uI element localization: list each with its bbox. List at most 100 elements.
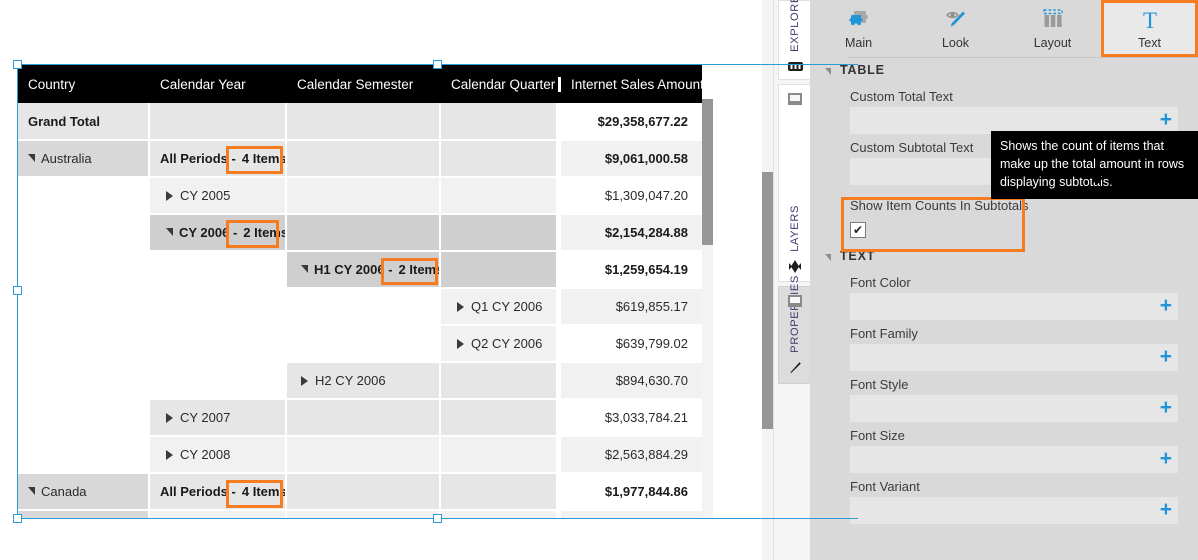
cell-country-canada[interactable]: Canada	[18, 474, 150, 511]
section-header-table[interactable]: TABLE	[810, 57, 1198, 83]
cell-year-label: CY 2007	[180, 410, 231, 425]
add-icon[interactable]: +	[1160, 109, 1172, 130]
cell-quarter-q1-cy2006[interactable]: Q1 CY 2006	[441, 289, 558, 326]
font-variant-input[interactable]: +	[850, 497, 1178, 524]
cell-value: $1,977,844.86	[558, 474, 702, 511]
vertical-tab-explore[interactable]: EXPLORE	[778, 0, 811, 80]
cell-quarter-q2-cy2006[interactable]: Q2 CY 2006	[441, 326, 558, 363]
add-icon[interactable]: +	[1160, 346, 1172, 367]
font-style-input[interactable]: +	[850, 395, 1178, 422]
table-row[interactable]: Q2 CY 2006 $639,799.02	[18, 326, 702, 363]
table-row[interactable]: CY 2005 $1,309,047.20	[18, 178, 702, 215]
column-header-internet-sales-amount[interactable]: Internet Sales Amount	[558, 76, 702, 92]
add-icon[interactable]: +	[1160, 295, 1172, 316]
cell-quarter	[441, 400, 558, 437]
column-header-calendar-quarter[interactable]: Calendar Quarter	[441, 77, 558, 92]
report-canvas: Country Calendar Year Calendar Semester …	[0, 0, 858, 560]
table-row[interactable]: CY 2008 $2,563,884.29	[18, 437, 702, 474]
vertical-tab-strip: EXPLORE LAYERS PROPERTIES	[773, 0, 811, 560]
cell-quarter	[441, 474, 558, 511]
section-title: TEXT	[840, 249, 876, 263]
pin-icon[interactable]	[788, 295, 802, 307]
table-row[interactable]: Canada All Periods - 4 Items $1,977,844.…	[18, 474, 702, 511]
app-root: Country Calendar Year Calendar Semester …	[0, 0, 1198, 560]
page-scrollbar[interactable]	[762, 0, 773, 560]
cell-value: $619,855.17	[558, 289, 702, 326]
page-scrollbar-thumb[interactable]	[762, 172, 773, 429]
collapse-triangle-icon[interactable]	[301, 264, 308, 273]
vertical-tab-properties[interactable]: PROPERTIES	[778, 275, 811, 384]
expand-triangle-icon[interactable]	[166, 449, 173, 460]
add-icon[interactable]: +	[1160, 448, 1172, 469]
resize-handle-top-middle[interactable]	[433, 60, 442, 69]
table-row[interactable]: Australia All Periods - 4 Items $9,061,0…	[18, 141, 702, 178]
section-collapse-triangle-icon[interactable]	[825, 67, 831, 75]
ribbon-button-layout[interactable]: Layout	[1004, 0, 1101, 57]
collapse-triangle-icon[interactable]	[28, 486, 35, 495]
cell-country-australia[interactable]: Australia	[18, 141, 150, 178]
cell-value: $2,154,284.88	[558, 215, 702, 252]
pin-icon[interactable]	[788, 93, 802, 105]
pivot-table[interactable]: Country Calendar Year Calendar Semester …	[18, 65, 702, 518]
font-size-input[interactable]: +	[850, 446, 1178, 473]
pencil-icon	[788, 361, 802, 377]
table-scrollbar[interactable]	[702, 99, 713, 518]
ribbon-button-main[interactable]: Main	[810, 0, 907, 57]
vertical-tab-layers[interactable]: LAYERS	[778, 84, 811, 282]
table-scrollbar-thumb[interactable]	[702, 99, 713, 245]
cell-quarter-label: Q1 CY 2006	[471, 299, 543, 314]
table-row[interactable]: H1 CY 2006 - 2 Items $1,259,654.19	[18, 252, 702, 289]
table-row[interactable]: Grand Total $29,358,677.22	[18, 103, 702, 141]
table-row[interactable]: CY 2007 $3,033,784.21	[18, 400, 702, 437]
ribbon-button-look[interactable]: Look	[907, 0, 1004, 57]
cell-year-cy2005[interactable]: CY 2005	[150, 178, 287, 215]
expand-triangle-icon[interactable]	[457, 301, 464, 312]
cell-semester	[287, 178, 441, 215]
column-header-calendar-year[interactable]: Calendar Year	[150, 77, 287, 92]
cell-quarter	[441, 103, 558, 141]
cell-year-cy2008[interactable]: CY 2008	[150, 437, 287, 474]
cell-year-cy2007[interactable]: CY 2007	[150, 400, 287, 437]
expand-triangle-icon[interactable]	[301, 375, 308, 386]
section-header-text[interactable]: TEXT	[810, 241, 1198, 269]
resize-handle-middle-left[interactable]	[13, 286, 22, 295]
resize-handle-bottom-left[interactable]	[13, 514, 22, 523]
table-header-row: Country Calendar Year Calendar Semester …	[18, 65, 702, 103]
expand-triangle-icon[interactable]	[457, 338, 464, 349]
custom-total-text-input[interactable]: +	[850, 107, 1178, 134]
cell-semester	[287, 400, 441, 437]
resize-handle-bottom-middle[interactable]	[433, 514, 442, 523]
collapse-triangle-icon[interactable]	[166, 227, 173, 236]
resize-handle-top-left[interactable]	[13, 60, 22, 69]
table-row[interactable]: H2 CY 2006 $894,630.70	[18, 363, 702, 400]
cell-country-label: Australia	[41, 151, 92, 166]
add-icon[interactable]: +	[1160, 397, 1172, 418]
cell-semester-h1-cy2006[interactable]: H1 CY 2006 - 2 Items	[287, 252, 441, 289]
expand-triangle-icon[interactable]	[166, 190, 173, 201]
cell-value	[558, 511, 702, 518]
cell-year-cy2006[interactable]: CY 2006 - 2 Items	[150, 215, 287, 252]
ribbon-button-text[interactable]: T Text	[1101, 0, 1198, 57]
show-item-counts-checkbox[interactable]: ✔	[850, 222, 866, 238]
cell-country	[18, 215, 150, 252]
cell-value: $639,799.02	[558, 326, 702, 363]
collapse-triangle-icon[interactable]	[28, 153, 35, 162]
table-row-partial[interactable]	[18, 511, 702, 518]
cell-value: $894,630.70	[558, 363, 702, 400]
section-title: TABLE	[840, 63, 885, 77]
column-header-calendar-semester[interactable]: Calendar Semester	[287, 77, 441, 92]
vertical-tab-label: PROPERTIES	[789, 275, 801, 353]
field-font-family: Font Family +	[810, 320, 1198, 371]
section-collapse-triangle-icon[interactable]	[825, 253, 831, 261]
font-color-input[interactable]: +	[850, 293, 1178, 320]
expand-triangle-icon[interactable]	[166, 412, 173, 423]
table-row[interactable]: CY 2006 - 2 Items $2,154,284.88	[18, 215, 702, 252]
puzzle-icon	[846, 7, 872, 33]
item-count-badge: 2 Items	[398, 262, 441, 277]
table-row[interactable]: Q1 CY 2006 $619,855.17	[18, 289, 702, 326]
column-header-country[interactable]: Country	[18, 77, 150, 92]
add-icon[interactable]: +	[1160, 499, 1172, 520]
font-family-input[interactable]: +	[850, 344, 1178, 371]
tooltip-tail	[1090, 177, 1104, 185]
cell-semester-h2-cy2006[interactable]: H2 CY 2006	[287, 363, 441, 400]
